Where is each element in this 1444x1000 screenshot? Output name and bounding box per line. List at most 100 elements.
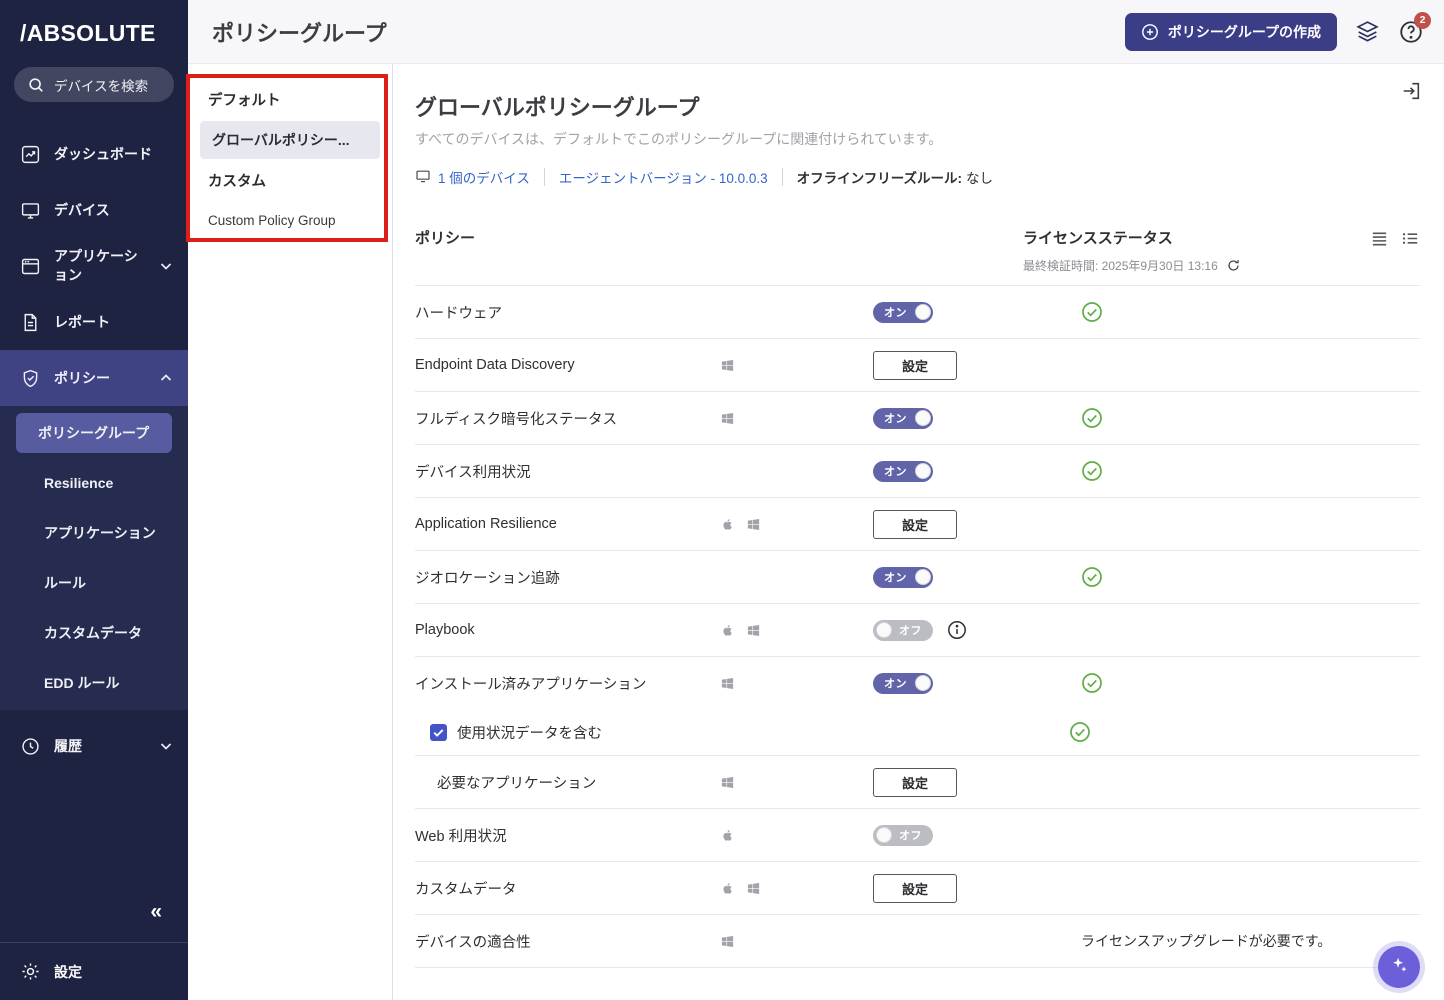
group-item-custom-policy-group[interactable]: Custom Policy Group [188,202,392,239]
reports-icon [20,312,41,333]
apple-icon [720,881,735,896]
group-item-global-policy[interactable]: グローバルポリシー... [200,121,380,159]
policy-row-label: フルディスク暗号化ステータス [415,411,617,428]
page-title: ポリシーグループ [212,20,387,46]
refresh-icon[interactable] [1226,258,1241,273]
policy-table-header: ポリシー ライセンスステータス 最終検証時間: 2025年9月30日 13:16 [415,227,1420,285]
policy-row: ハードウェア オン [415,285,1420,338]
devices-link[interactable]: 1 個のデバイス [415,167,530,187]
sidebar-nav: ダッシュボード デバイス アプリケーション レポート ポリシー ポリシーグループ… [0,126,188,774]
windows-icon [746,517,761,532]
toggle-knob [875,827,892,843]
group-meta: 1 個のデバイス エージェントバージョン - 10.0.0.3 オフラインフリー… [415,167,1420,187]
policy-row-label: Application Resilience [415,516,557,532]
sidebar-item-custom-data[interactable]: カスタムデータ [0,608,188,658]
workspace: デフォルト グローバルポリシー... カスタム Custom Policy Gr… [188,64,1444,1000]
policy-row: ジオロケーション追跡 オン [415,550,1420,603]
license-ok-icon [1081,460,1103,482]
info-icon[interactable] [947,620,967,640]
search-placeholder: デバイスを検索 [54,78,149,94]
configure-button[interactable]: 設定 [873,767,957,797]
policy-row-label: インストール済みアプリケーション [415,676,647,693]
policy-subnav: ポリシーグループ Resilience アプリケーション ルール カスタムデータ… [0,406,188,710]
applications-icon [20,256,41,277]
collapse-sidebar-button[interactable]: « [0,900,188,942]
policy-toggle[interactable]: オン [873,566,933,588]
topbar: ポリシーグループ ポリシーグループの作成 2 [188,0,1444,64]
toggle-knob [914,569,931,585]
windows-icon [720,411,735,426]
policy-row-label: 必要なアプリケーション [437,775,597,792]
policy-row: Playbook オフ [415,603,1420,656]
group-section-default: デフォルト [208,93,281,109]
policy-toggle[interactable]: オフ [873,824,933,846]
sidebar-item-rules[interactable]: ルール [0,558,188,608]
sidebar-item-policy-groups[interactable]: ポリシーグループ [16,413,172,453]
search-icon [27,76,45,94]
toggle-knob [914,304,931,320]
history-icon [20,736,41,757]
agent-version-link[interactable]: エージェントバージョン - 10.0.0.3 [559,167,768,187]
sidebar-item-edd-rules[interactable]: EDD ルール [0,658,188,708]
main-column: ポリシーグループ ポリシーグループの作成 2 デフォルト グローバルポリシー..… [188,0,1444,1000]
policy-toggle[interactable]: オン [873,407,933,429]
policy-row: インストール済みアプリケーション オン [415,656,1420,709]
policy-row-label: デバイスの適合性 [415,934,531,951]
help-button[interactable]: 2 [1398,11,1431,45]
policy-toggle[interactable]: オフ [873,619,933,641]
sidebar-item-policy[interactable]: ポリシー [0,350,188,406]
policy-row-label: ジオロケーション追跡 [415,570,560,587]
policy-group-list: デフォルト グローバルポリシー... カスタム Custom Policy Gr… [188,64,393,1000]
policy-row: Web 利用状況 オフ [415,808,1420,861]
chevron-down-icon [158,258,174,274]
windows-icon [720,775,735,790]
policy-row: 必要なアプリケーション 設定 [415,755,1420,808]
apple-icon [720,517,735,532]
configure-button[interactable]: 設定 [873,873,957,903]
sidebar-item-dashboard[interactable]: ダッシュボード [0,126,188,182]
notification-badge: 2 [1414,11,1431,29]
open-panel-icon[interactable] [1400,80,1422,107]
gear-icon [20,961,41,982]
ai-assistant-button[interactable] [1378,946,1420,988]
policy-row: 使用状況データを含む [415,709,1420,755]
policy-row: Endpoint Data Discovery 設定 [415,338,1420,391]
windows-icon [720,934,735,949]
policy-row-label: ハードウェア [415,305,502,322]
license-ok-icon [1081,407,1103,429]
policy-column-header: ポリシー [415,230,476,247]
policy-toggle[interactable]: オン [873,672,933,694]
windows-icon [720,676,735,691]
policy-row: デバイス利用状況 オン [415,444,1420,497]
windows-icon [746,623,761,638]
sidebar-item-applications[interactable]: アプリケーション [0,238,188,294]
sidebar-item-policy-applications[interactable]: アプリケーション [0,508,188,558]
configure-button[interactable]: 設定 [873,350,957,380]
sidebar-item-history[interactable]: 履歴 [0,718,188,774]
create-policy-group-button[interactable]: ポリシーグループの作成 [1124,12,1337,51]
sidebar-item-resilience[interactable]: Resilience [0,458,188,508]
policy-table-body: ハードウェア オン Endpoint Data Discovery 設定 フルディスク暗… [415,285,1420,968]
compact-view-icon[interactable] [1370,229,1389,248]
include-usage-data-checkbox[interactable] [430,723,447,741]
toggle-knob [914,463,931,479]
policy-row: デバイスの適合性 ライセンスアップグレードが必要です。 [415,914,1420,967]
sidebar-item-settings[interactable]: 設定 [0,942,188,1000]
policy-toggle[interactable]: オン [873,301,933,323]
devices-icon [20,200,41,221]
toggle-knob [875,622,892,638]
list-view-icon[interactable] [1401,229,1420,248]
sidebar-item-devices[interactable]: デバイス [0,182,188,238]
sidebar-item-reports[interactable]: レポート [0,294,188,350]
license-ok-icon [1069,721,1091,743]
policy-row-label: 使用状況データを含む [457,725,602,742]
configure-button[interactable]: 設定 [873,509,957,539]
view-toggles [1370,229,1420,248]
layers-icon[interactable] [1355,19,1380,44]
policy-row: Application Resilience 設定 [415,497,1420,550]
policy-toggle[interactable]: オン [873,460,933,482]
device-search-input[interactable]: デバイスを検索 [14,67,174,102]
policy-row-label: Playbook [415,622,475,638]
chevron-up-icon [158,370,174,386]
group-subtitle: すべてのデバイスは、デフォルトでこのポリシーグループに関連付けられています。 [415,131,943,147]
